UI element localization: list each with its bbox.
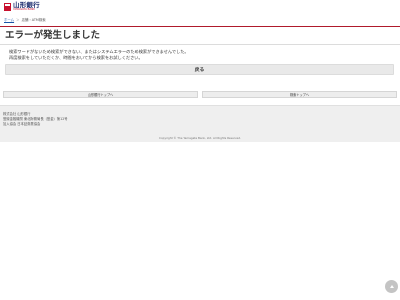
bank-logo-sub: YAMAGATA BANK — [13, 8, 35, 12]
breadcrumb-current: 店舗・ATM検索 — [21, 18, 46, 22]
bank-logo-text: 山形銀行 YAMAGATA BANK — [13, 2, 40, 12]
error-message-line-2: 再度検索をしていただくか、時間をおいてから検索をお試しください。 — [9, 55, 143, 60]
arrow-up-icon — [389, 285, 394, 288]
nav-buttons: 山形銀行トップへ 検索トップへ — [3, 91, 397, 98]
site-footer: 株式会社 山形銀行 登録金融機関 東北財務局長（登金）第12号 加入協会 日本証… — [0, 105, 400, 142]
bank-logo-mark-icon — [4, 3, 11, 11]
breadcrumb-separator: ＞ — [16, 18, 20, 22]
title-area: エラーが発生しました — [0, 26, 400, 45]
page-top-button[interactable] — [385, 280, 398, 293]
search-top-button[interactable]: 検索トップへ — [202, 91, 397, 98]
footer-info: 株式会社 山形銀行 登録金融機関 東北財務局長（登金）第12号 加入協会 日本証… — [3, 112, 68, 127]
breadcrumb: ホーム ＞ 店舗・ATM検索 — [4, 17, 46, 22]
error-message: 検索ワードがないため検索ができない、またはシステムエラーのため検索ができませんで… — [9, 49, 189, 61]
bank-top-button[interactable]: 山形銀行トップへ — [3, 91, 198, 98]
back-button[interactable]: 戻る — [5, 64, 394, 75]
page-title: エラーが発生しました — [5, 30, 101, 41]
copyright: Copyright © The Yamagata Bank, Ltd. All … — [159, 136, 241, 140]
bank-logo[interactable]: 山形銀行 YAMAGATA BANK — [4, 2, 40, 12]
site-header: 山形銀行 YAMAGATA BANK — [0, 0, 400, 14]
footer-association: 加入協会 日本証券業協会 — [3, 122, 41, 126]
breadcrumb-home-link[interactable]: ホーム — [4, 18, 14, 22]
